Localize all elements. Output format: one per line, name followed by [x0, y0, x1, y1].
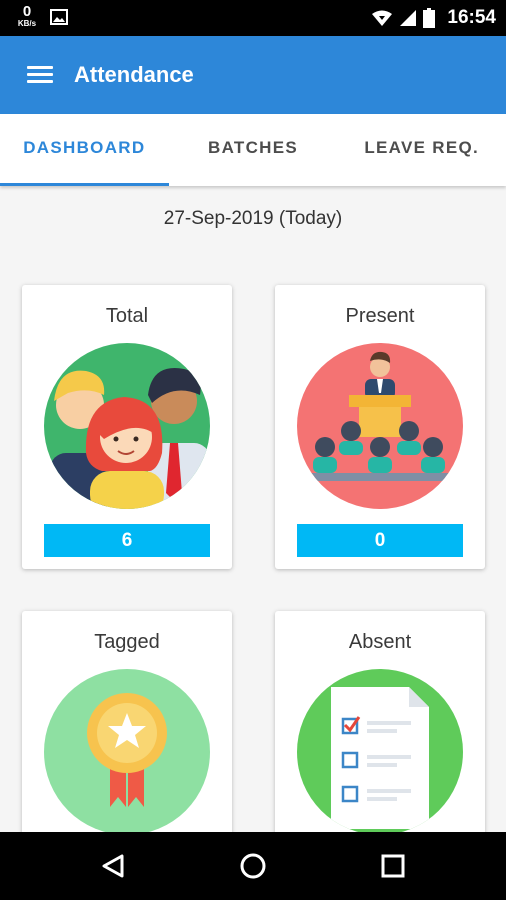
presenter-audience-icon [297, 343, 463, 509]
present-count[interactable]: 0 [297, 524, 463, 557]
wifi-icon [372, 10, 393, 26]
date-label: 27-Sep-2019 (Today) [163, 208, 343, 229]
network-speed: 0 KB/s [12, 4, 42, 28]
network-speed-unit: KB/s [17, 19, 37, 28]
tab-dashboard[interactable]: DASHBOARD [0, 114, 169, 186]
home-circle-icon[interactable] [236, 849, 270, 883]
tab-leave-requests[interactable]: LEAVE REQ. [337, 114, 506, 186]
app-bar: Attendance [0, 36, 506, 114]
tagged-card-title: Tagged [94, 631, 160, 653]
recents-square-icon[interactable] [376, 849, 410, 883]
navigation-bar [0, 832, 506, 900]
total-count[interactable]: 6 [44, 524, 210, 557]
app-title: Attendance [74, 62, 194, 87]
network-speed-value: 0 [22, 3, 32, 20]
tab-bar: DASHBOARD BATCHES LEAVE REQ. [0, 114, 506, 186]
group-of-people-icon [44, 343, 210, 509]
present-card-title: Present [345, 305, 415, 327]
hamburger-menu-icon[interactable] [20, 59, 60, 91]
absent-card-title: Absent [348, 631, 412, 653]
present-card[interactable]: Present 0 [275, 285, 485, 569]
signal-icon [400, 10, 417, 26]
image-icon [50, 9, 68, 25]
back-triangle-icon[interactable] [96, 849, 130, 883]
battery-icon [423, 8, 436, 28]
award-ribbon-icon [44, 669, 210, 835]
status-clock: 16:54 [447, 7, 496, 28]
total-card-title: Total [105, 305, 149, 327]
total-card[interactable]: Total 6 [22, 285, 232, 569]
tab-batches[interactable]: BATCHES [169, 114, 338, 186]
checklist-document-icon [297, 669, 463, 835]
status-bar: 0 KB/s 16:54 [0, 0, 506, 36]
